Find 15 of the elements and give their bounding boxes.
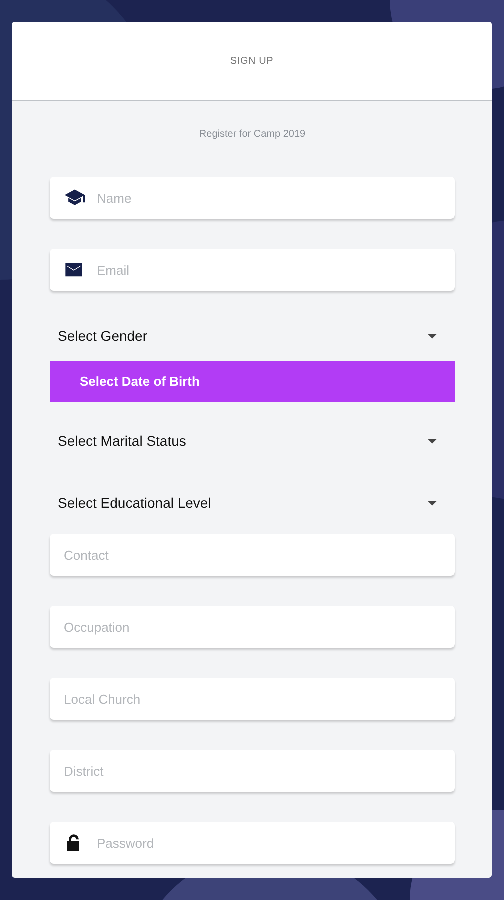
input-field[interactable]: Local Church [50,678,455,720]
input-field[interactable]: Contact [50,534,455,576]
input-field[interactable]: Password [50,822,455,864]
caret-icon [428,438,437,444]
dropdown[interactable]: Select Gender [50,321,455,351]
subtitle: Register for Camp 2019 [198,129,307,140]
input-field[interactable]: Name [50,177,455,219]
dropdown[interactable]: Select Educational Level [50,488,455,518]
caret-icon [428,334,437,338]
date-button[interactable]: Select Date of Birth [50,361,455,402]
header-title: SIGN UP [230,56,274,66]
input-field[interactable]: District [50,750,455,792]
input-field[interactable]: Occupation [50,606,455,648]
input-field[interactable]: Email [50,249,455,291]
dropdown[interactable]: Select Marital Status [50,426,455,456]
